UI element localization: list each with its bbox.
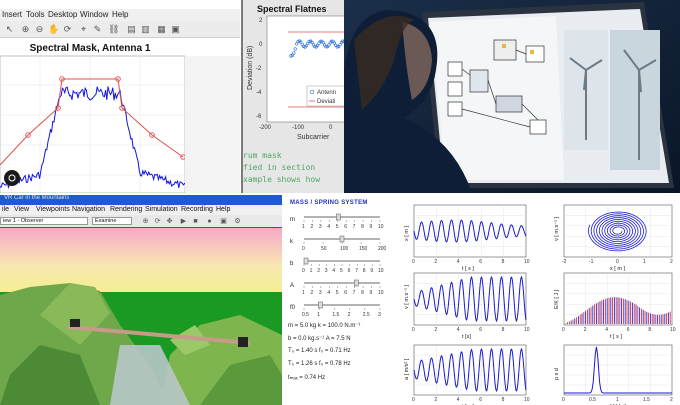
ytick: 0 (259, 42, 263, 48)
x-tick: 4 (605, 327, 608, 333)
y-axis-label: v [ m.s⁻¹ ] (404, 285, 410, 309)
y-axis-label: Deviation (dB) (247, 46, 254, 90)
x-tick: 8 (502, 327, 505, 333)
code-line: xample shows how (243, 175, 321, 184)
x-tick: 0 (562, 327, 565, 333)
xtick: 0 (329, 125, 333, 131)
x-axis-label: t [ s ] (610, 334, 622, 340)
plot-frame (563, 344, 673, 396)
x-tick: 0 (412, 397, 415, 403)
x-tick: 2 (434, 259, 437, 265)
x-tick: 10 (524, 259, 530, 265)
code-snippet: rum mask fied in section xample shows how (243, 150, 320, 186)
ytick: -2 (256, 66, 262, 72)
x-tick: 8 (502, 259, 505, 265)
camera-badge-icon (4, 170, 20, 186)
x-tick: 10 (524, 327, 530, 333)
x-tick: 8 (502, 397, 505, 403)
collage: Insert Tools Desktop Window Help ↖ ⊕ ⊖ ✋… (0, 0, 680, 405)
y-axis-label: p s d (554, 368, 560, 380)
photo-illustration (344, 0, 680, 193)
spectral-mask-window: Insert Tools Desktop Window Help ↖ ⊕ ⊖ ✋… (0, 0, 240, 193)
x-tick: 1 (643, 259, 646, 265)
x-axis-label: Subcarrier (297, 134, 330, 141)
legend-antenna: Antenn (317, 90, 336, 96)
mask-plot (0, 55, 240, 193)
legend-deviation: Deviati (317, 99, 335, 105)
x-tick: 6 (479, 327, 482, 333)
tunnel-right (238, 337, 248, 347)
y-axis-label: E/K [ J ] (554, 289, 560, 309)
x-axis-label: t [ s ] (462, 266, 474, 272)
x-tick: 4 (457, 259, 460, 265)
x-tick: 2 (670, 259, 673, 265)
ytick: -6 (256, 114, 262, 120)
x-tick: 4 (457, 327, 460, 333)
y-axis-label: x [ m ] (404, 226, 410, 241)
x-tick: 10 (524, 397, 530, 403)
x-tick: 0 (562, 397, 565, 403)
x-tick: 0 (412, 327, 415, 333)
y-axis-label: a [ m/s² ] (404, 358, 410, 380)
xtick: -200 (259, 125, 272, 131)
code-line: rum mask (243, 151, 282, 160)
x-tick: 8 (648, 327, 651, 333)
mass-spring-window: MASS / SPRING SYSTEM m 1 2 3 4 5 6 7 8 9 10 k 0 50 100… (282, 195, 680, 405)
x-tick: -2 (562, 259, 567, 265)
x-tick: 4 (457, 397, 460, 403)
x-tick: -1 (589, 259, 594, 265)
y-axis-label: v [ m.s⁻¹ ] (554, 217, 560, 241)
x-tick: 1 (616, 397, 619, 403)
spectral-flatness-window: Spectral Flatnes 2 0 -2 -4 -6 -200 -100 … (241, 0, 344, 193)
x-tick: 6 (479, 259, 482, 265)
x-axis-label: t [s] (462, 334, 471, 340)
xtick: -100 (292, 125, 305, 131)
x-tick: 0 (412, 259, 415, 265)
code-line: fied in section (243, 163, 316, 172)
x-tick: 2 (670, 397, 673, 403)
vr-window: VR Car in the Mountains ile View Viewpoi… (0, 195, 282, 405)
x-tick: 2 (434, 327, 437, 333)
x-tick: 1.5 (643, 397, 650, 403)
x-tick: 2 (434, 397, 437, 403)
x-tick: 6 (479, 397, 482, 403)
ytick: -4 (256, 90, 262, 96)
x-tick: 10 (670, 327, 676, 333)
x-tick: 0 (616, 259, 619, 265)
x-tick: 2 (584, 327, 587, 333)
x-tick: 0.5 (589, 397, 596, 403)
ytick: 2 (259, 18, 263, 24)
tunnel-left (70, 319, 80, 327)
x-tick: 6 (627, 327, 630, 333)
plots-area: 0 2 4 6 8 10t [ s ]x [ m ]-2 -1 0 1 2x [ m ]v [ m… (404, 204, 676, 405)
engineer-photo (344, 0, 680, 193)
x-axis-label: x [ m ] (610, 266, 625, 272)
vr-scene (0, 228, 282, 405)
